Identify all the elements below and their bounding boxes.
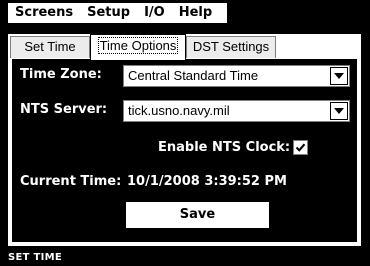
tab-strip: Set Time Time Options DST Settings: [8, 34, 361, 60]
tab-time-options-label: Time Options: [97, 37, 179, 54]
menu-bar: Screens Setup I/O Help: [7, 2, 228, 24]
checkmark-icon: [295, 143, 306, 152]
tab-panel: Set Time Time Options DST Settings Time …: [8, 34, 361, 246]
app-window: Screens Setup I/O Help Set Time Time Opt…: [0, 0, 370, 266]
nts-server-label: NTS Server:: [20, 102, 108, 117]
tab-time-options[interactable]: Time Options: [90, 34, 186, 60]
nts-server-select[interactable]: tick.usno.navy.mil: [123, 100, 350, 122]
menu-screens[interactable]: Screens: [8, 3, 80, 23]
tab-dst-settings-label: DST Settings: [192, 39, 270, 54]
menu-setup[interactable]: Setup: [80, 3, 137, 23]
time-options-content: Time Zone: Central Standard Time NTS Ser…: [12, 59, 357, 242]
enable-nts-checkbox[interactable]: [293, 140, 308, 155]
save-button[interactable]: Save: [125, 201, 270, 229]
time-zone-value: Central Standard Time: [128, 68, 259, 83]
chevron-down-icon[interactable]: [330, 67, 348, 85]
time-zone-label: Time Zone:: [20, 67, 102, 82]
current-time-value: 10/1/2008 3:39:52 PM: [127, 174, 287, 189]
nts-server-value: tick.usno.navy.mil: [128, 103, 230, 118]
tab-dst-settings[interactable]: DST Settings: [186, 36, 276, 58]
time-zone-select[interactable]: Central Standard Time: [123, 65, 350, 87]
status-text: SET TIME: [8, 252, 63, 263]
enable-nts-label: Enable NTS Clock:: [158, 140, 291, 155]
chevron-down-icon[interactable]: [330, 102, 348, 120]
current-time-label: Current Time:: [20, 174, 122, 189]
tab-set-time[interactable]: Set Time: [10, 36, 90, 58]
save-button-label: Save: [179, 207, 216, 222]
status-bar: SET TIME: [0, 249, 370, 266]
menu-io[interactable]: I/O: [137, 3, 172, 23]
menu-help[interactable]: Help: [172, 3, 219, 23]
tab-set-time-label: Set Time: [24, 39, 76, 54]
